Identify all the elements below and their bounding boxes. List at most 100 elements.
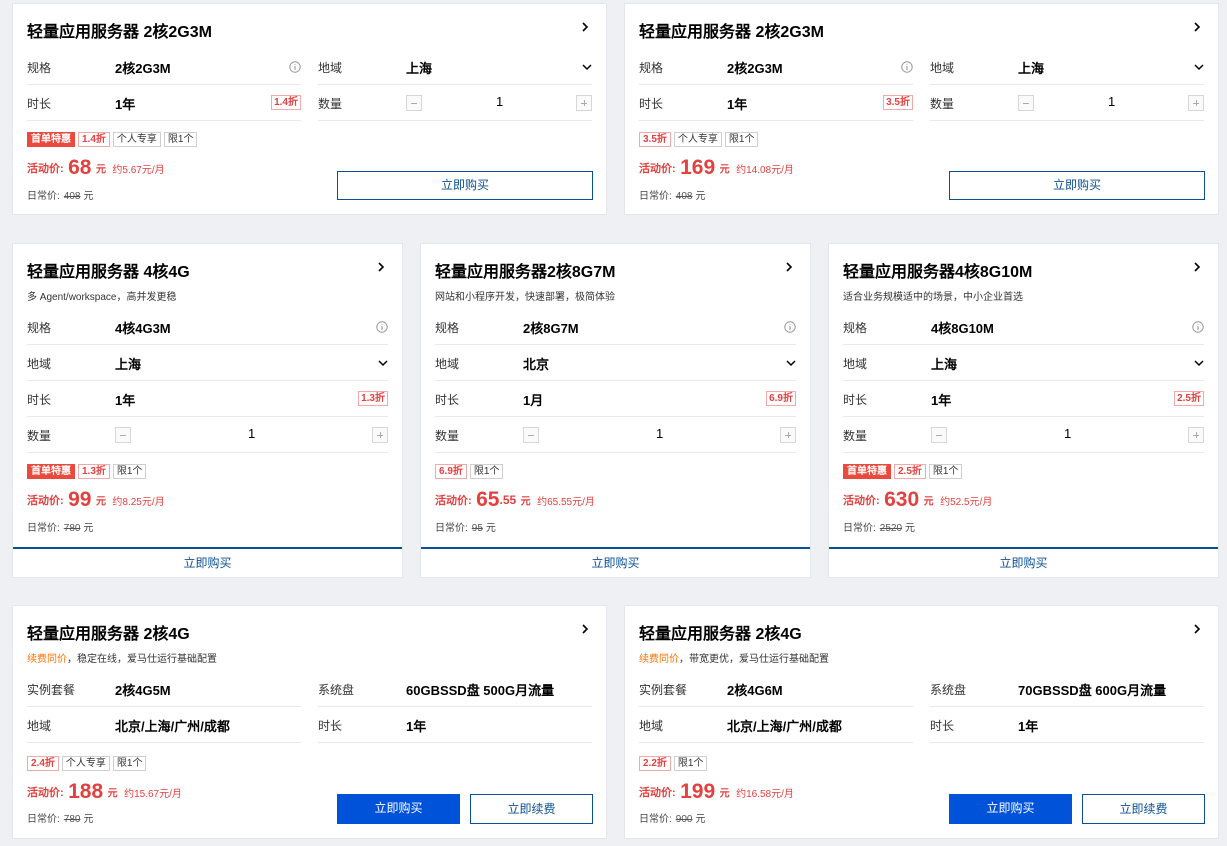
quantity-input[interactable]: 1 — [1108, 94, 1115, 109]
spec-value[interactable]: 2核2G3M — [727, 58, 783, 77]
plus-button[interactable] — [780, 427, 796, 443]
chevron-right-icon[interactable] — [782, 260, 796, 274]
original-price-label: 日常价: — [639, 191, 672, 202]
chevron-right-icon[interactable] — [1190, 20, 1204, 34]
chevron-down-icon[interactable] — [786, 358, 796, 368]
region-value[interactable]: 北京 — [523, 354, 549, 373]
buy-button[interactable]: 立即购买 — [337, 794, 460, 824]
info-icon[interactable] — [289, 61, 301, 73]
plus-button[interactable] — [1188, 95, 1204, 111]
plus-button[interactable] — [1188, 427, 1204, 443]
quantity-label: 数量 — [930, 97, 955, 111]
spec-value[interactable]: 2核8G7M — [523, 318, 579, 337]
region-label: 地域 — [27, 357, 52, 371]
chevron-right-icon[interactable] — [578, 20, 592, 34]
duration-value[interactable]: 1年 — [727, 94, 747, 113]
tag: 限1个 — [112, 756, 147, 771]
buy-button[interactable]: 立即购买 — [13, 547, 402, 577]
tag: 首单特惠 — [27, 132, 75, 147]
duration-row: 时长 1年 — [318, 707, 592, 743]
plus-button[interactable] — [372, 427, 388, 443]
duration-row[interactable]: 时长 1年 1.3折 — [27, 381, 388, 417]
info-icon[interactable] — [784, 321, 796, 333]
card-title: 轻量应用服务器 2核4G — [639, 626, 802, 643]
duration-label: 时长 — [639, 97, 664, 111]
spec-value[interactable]: 4核4G3M — [115, 318, 171, 337]
package-row: 实例套餐 2核4G6M — [639, 671, 913, 707]
duration-row[interactable]: 时长 1月 6.9折 — [435, 381, 796, 417]
region-select[interactable]: 地域 北京 — [435, 345, 796, 381]
minus-button[interactable] — [406, 95, 422, 111]
duration-label: 时长 — [435, 393, 460, 407]
minus-button[interactable] — [1018, 95, 1034, 111]
region-value[interactable]: 上海 — [115, 354, 141, 373]
spec-value[interactable]: 4核8G10M — [931, 318, 994, 337]
duration-value: 1年 — [406, 719, 427, 734]
quantity-input[interactable]: 1 — [656, 426, 663, 441]
tag: 个人专享 — [112, 132, 161, 147]
duration-value[interactable]: 1月 — [523, 390, 543, 409]
plus-button[interactable] — [576, 95, 592, 111]
package-row: 实例套餐 2核4G5M — [27, 671, 301, 707]
duration-row[interactable]: 时长 1年 3.5折 — [639, 85, 913, 121]
minus-button[interactable] — [931, 427, 947, 443]
chevron-right-icon[interactable] — [374, 260, 388, 274]
renew-button[interactable]: 立即续费 — [470, 794, 593, 824]
info-icon[interactable] — [1192, 321, 1204, 333]
duration-row[interactable]: 时长 1年 2.5折 — [843, 381, 1204, 417]
disk-value: 60GBSSD盘 500G月流量 — [406, 683, 555, 698]
price-label: 活动价: — [639, 787, 676, 799]
minus-button[interactable] — [523, 427, 539, 443]
monthly-price: 约16.58元/月 — [736, 788, 794, 800]
chevron-down-icon[interactable] — [1194, 358, 1204, 368]
quantity-input[interactable]: 1 — [248, 426, 255, 441]
original-price: 408 — [63, 191, 81, 202]
minus-button[interactable] — [115, 427, 131, 443]
package-value: 2核4G5M — [115, 683, 171, 698]
chevron-right-icon[interactable] — [1190, 260, 1204, 274]
monthly-price: 约52.5元/月 — [940, 496, 993, 508]
disk-row: 系统盘 70GBSSD盘 600G月流量 — [930, 671, 1204, 707]
chevron-down-icon[interactable] — [582, 62, 592, 72]
quantity-input[interactable]: 1 — [496, 94, 503, 109]
tag-list: 首单特惠 1.3折 限1个 — [27, 464, 147, 479]
buy-button[interactable]: 立即购买 — [949, 171, 1205, 200]
region-select[interactable]: 地域 上海 — [318, 49, 592, 85]
buy-button[interactable]: 立即购买 — [421, 547, 810, 577]
region-select[interactable]: 地域 上海 — [930, 49, 1204, 85]
chevron-right-icon[interactable] — [578, 622, 592, 636]
original-price-label: 日常价: — [27, 523, 60, 534]
info-icon[interactable] — [376, 321, 388, 333]
info-icon[interactable] — [901, 61, 913, 73]
quantity-row: 数量 1 — [27, 417, 388, 453]
region-value[interactable]: 上海 — [406, 58, 432, 77]
tag-list: 2.4折 个人专享 限1个 — [27, 756, 147, 771]
duration-value[interactable]: 1年 — [115, 94, 135, 113]
duration-row: 时长 1年 — [930, 707, 1204, 743]
chevron-down-icon[interactable] — [378, 358, 388, 368]
buy-button[interactable]: 立即购买 — [337, 171, 593, 200]
region-value[interactable]: 上海 — [1018, 58, 1044, 77]
quantity-input[interactable]: 1 — [1064, 426, 1071, 441]
chevron-right-icon[interactable] — [1190, 622, 1204, 636]
region-label: 地域 — [843, 357, 868, 371]
renew-button[interactable]: 立即续费 — [1082, 794, 1205, 824]
spec-value[interactable]: 2核2G3M — [115, 58, 171, 77]
duration-value[interactable]: 1年 — [115, 390, 135, 409]
original-price-unit: 元 — [695, 191, 706, 202]
duration-value[interactable]: 1年 — [931, 390, 951, 409]
price-value: 188 — [68, 780, 104, 803]
monthly-price: 约65.55元/月 — [537, 496, 595, 508]
card-title: 轻量应用服务器4核8G10M — [843, 264, 1033, 281]
region-select[interactable]: 地域 上海 — [27, 345, 388, 381]
region-select[interactable]: 地域 上海 — [843, 345, 1204, 381]
original-price-unit: 元 — [695, 814, 706, 825]
duration-row[interactable]: 时长 1年 1.4折 — [27, 85, 301, 121]
tag: 1.4折 — [78, 132, 110, 147]
original-price: 780 — [63, 814, 81, 825]
region-value[interactable]: 上海 — [931, 354, 957, 373]
original-price-line: 日常价: 95 元 — [435, 519, 496, 534]
buy-button[interactable]: 立即购买 — [829, 547, 1218, 577]
chevron-down-icon[interactable] — [1194, 62, 1204, 72]
buy-button[interactable]: 立即购买 — [949, 794, 1072, 824]
